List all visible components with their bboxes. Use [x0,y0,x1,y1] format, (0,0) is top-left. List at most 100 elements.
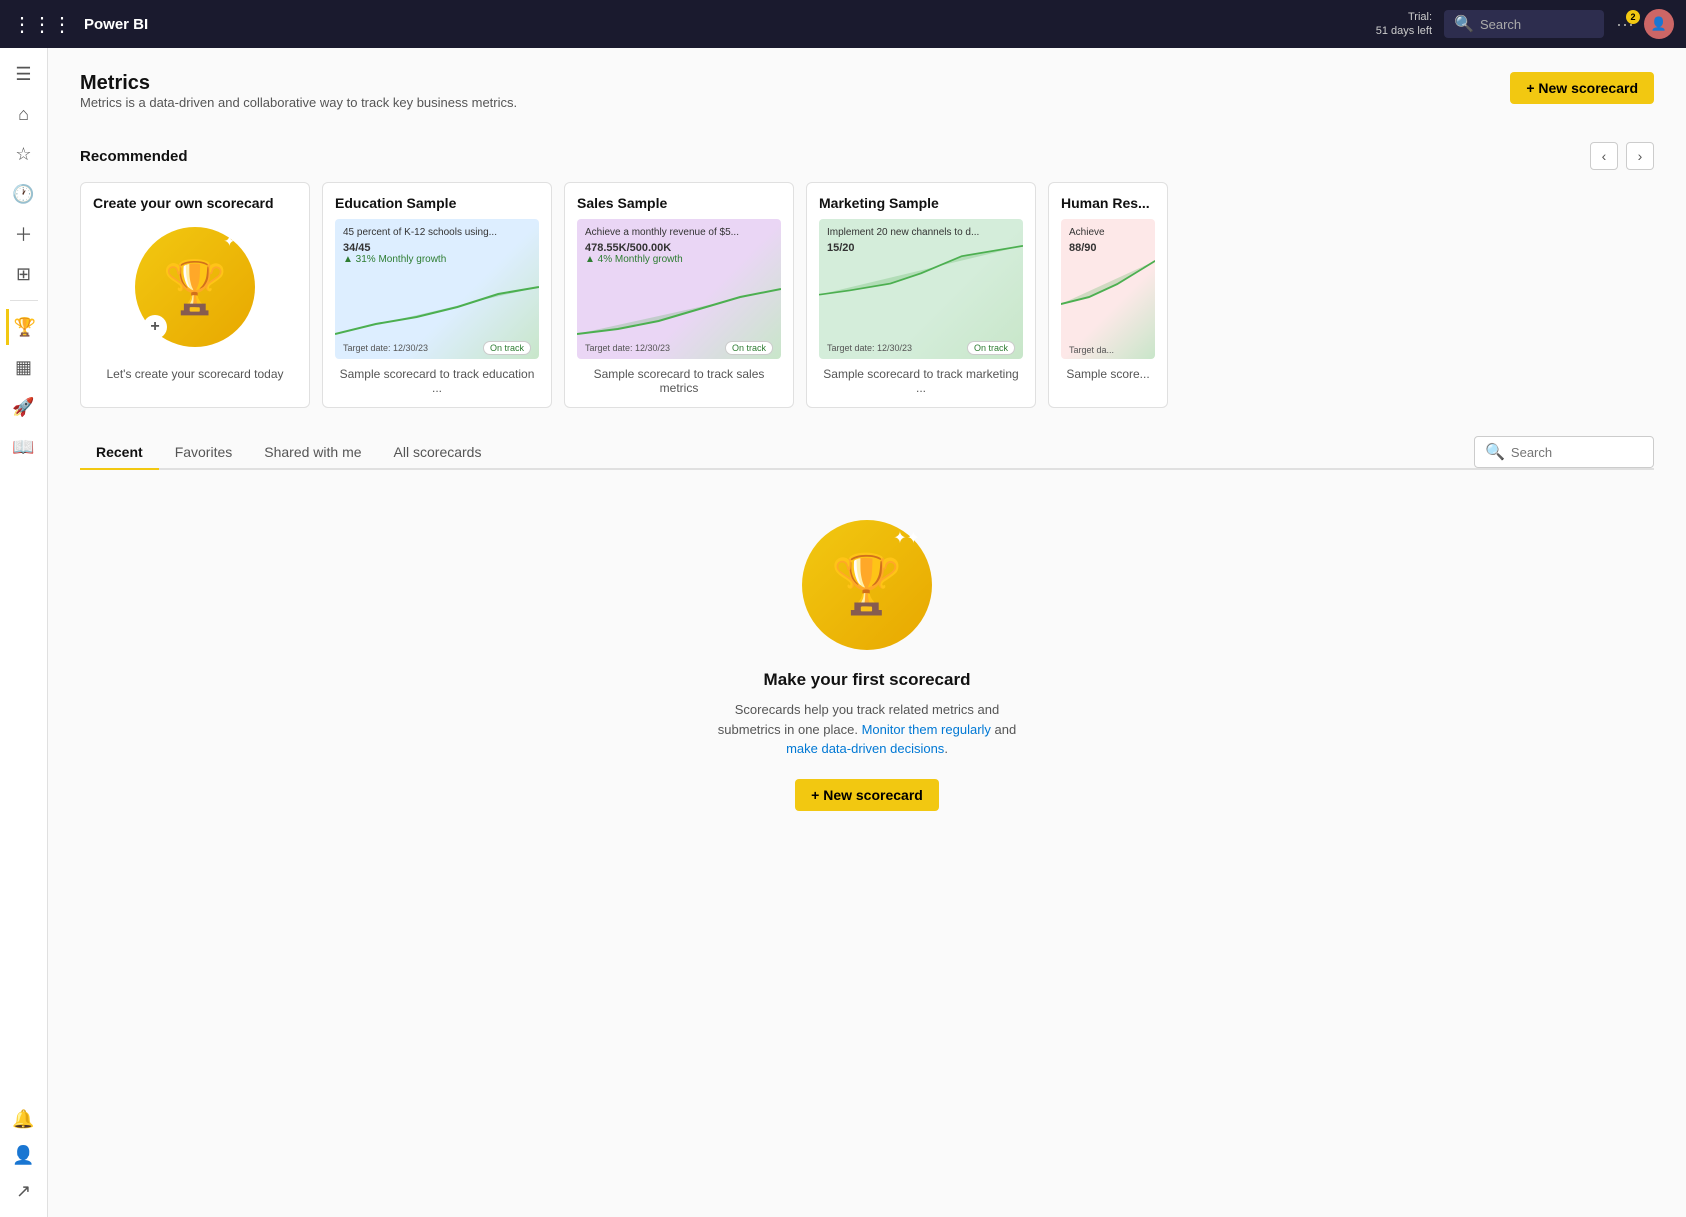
education-sample-card[interactable]: Education Sample 45 percent of K-12 scho… [322,182,552,408]
data-driven-link[interactable]: make data-driven decisions [786,741,944,756]
education-metric-text: 45 percent of K-12 schools using... [343,227,531,238]
marketing-sample-card[interactable]: Marketing Sample Implement 20 new channe… [806,182,1036,408]
create-trophy-circle: 🏆 + ✦✦ [135,227,255,347]
trophy-icon: 🏆 [163,257,228,318]
sales-card-title: Sales Sample [577,195,781,211]
new-scorecard-button-top[interactable]: + New scorecard [1510,72,1654,104]
page-title: Metrics [80,72,517,95]
monitor-link[interactable]: Monitor them regularly [862,722,991,737]
sidebar-divider [10,300,38,301]
marketing-chart [819,239,1023,299]
notifications-icon[interactable]: ··· 2 [1616,14,1634,35]
recommended-title: Recommended [80,148,188,165]
sales-metric-value: 478.55K/500.00K [585,242,773,254]
sidebar-item-browse[interactable]: ⊞ [6,256,42,292]
education-chart [335,279,539,339]
sidebar-item-metrics[interactable]: 🏆 [6,309,42,345]
top-search-box[interactable]: 🔍 [1444,10,1604,38]
main-content: Metrics Metrics is a data-driven and col… [48,48,1686,1217]
sales-status-badge: On track [725,341,773,355]
sidebar-item-explore[interactable]: 🚀 [6,389,42,425]
create-card-desc: Let's create your scorecard today [106,367,283,381]
create-scorecard-card[interactable]: Create your own scorecard 🏆 + ✦✦ Let's c… [80,182,310,408]
sidebar-item-create[interactable]: ＋ [6,216,42,252]
empty-sparkles-icon: ✦✦ [893,528,920,548]
human-res-sample-card[interactable]: Human Res... Achieve 88/90 Target da... … [1048,182,1168,408]
sales-chart [577,279,781,339]
top-search-input[interactable] [1480,17,1594,32]
sidebar-item-book[interactable]: 📖 [6,429,42,465]
human-res-metric-text: Achieve [1069,227,1147,238]
plus-badge-icon: + [143,315,167,339]
marketing-status-badge: On track [967,341,1015,355]
tab-recent[interactable]: Recent [80,436,159,470]
tabs-search-icon: 🔍 [1485,442,1505,462]
notification-badge: 2 [1626,10,1640,24]
new-scorecard-button-bottom[interactable]: + New scorecard [795,779,939,811]
sparkles-icon: ✦✦ [224,233,247,250]
page-subtitle: Metrics is a data-driven and collaborati… [80,95,517,110]
tabs-search-box[interactable]: 🔍 [1474,436,1654,468]
empty-trophy-icon: 🏆 [831,551,903,619]
education-card-desc: Sample scorecard to track education ... [335,367,539,395]
top-navigation: ⋮⋮⋮ Power BI Trial: 51 days left 🔍 ··· 2… [0,0,1686,48]
education-metric-value: 34/45 [343,242,531,254]
user-avatar[interactable]: 👤 [1644,9,1674,39]
tabs-search-input[interactable] [1511,445,1643,460]
marketing-metric-text: Implement 20 new channels to d... [827,227,1015,238]
recommended-cards: Create your own scorecard 🏆 + ✦✦ Let's c… [80,182,1654,408]
sidebar-item-recent[interactable]: 🕐 [6,176,42,212]
sales-metric-text: Achieve a monthly revenue of $5... [585,227,773,238]
education-status-badge: On track [483,341,531,355]
tabs-search-wrapper: 🔍 [1474,436,1654,468]
nav-arrows: ‹ › [1590,142,1654,170]
sales-sample-card[interactable]: Sales Sample Achieve a monthly revenue o… [564,182,794,408]
marketing-target-date: Target date: 12/30/23 [827,343,912,353]
next-arrow[interactable]: › [1626,142,1654,170]
trial-info: Trial: 51 days left [1376,10,1432,39]
education-footer: Target date: 12/30/23 On track [343,341,531,355]
sidebar-item-home[interactable]: ⌂ [6,96,42,132]
sales-growth: ▲ 4% Monthly growth [585,254,773,265]
tab-favorites[interactable]: Favorites [159,436,249,470]
education-card-title: Education Sample [335,195,539,211]
sidebar: ☰ ⌂ ☆ 🕐 ＋ ⊞ 🏆 ▦ 🚀 📖 🔔 👤 ↗ [0,48,48,1217]
sidebar-item-expand[interactable]: ↗ [6,1173,42,1209]
sidebar-item-user[interactable]: 👤 [6,1137,42,1173]
search-icon: 🔍 [1454,14,1474,34]
empty-state-desc: Scorecards help you track related metric… [707,700,1027,759]
education-preview: 45 percent of K-12 schools using... 34/4… [335,219,539,359]
marketing-card-desc: Sample scorecard to track marketing ... [819,367,1023,395]
create-card-title: Create your own scorecard [93,195,297,211]
app-logo: Power BI [84,16,148,33]
tabs-section: Recent Favorites Shared with me All scor… [80,436,1654,841]
empty-state-title: Make your first scorecard [764,670,971,690]
create-card-body: 🏆 + ✦✦ Let's create your scorecard today [93,219,297,381]
tab-shared[interactable]: Shared with me [248,436,377,470]
human-res-footer: Target da... [1069,345,1147,355]
marketing-preview: Implement 20 new channels to d... 15/20 … [819,219,1023,359]
top-icons: ··· 2 👤 [1616,9,1674,39]
sales-footer: Target date: 12/30/23 On track [585,341,773,355]
tab-all[interactable]: All scorecards [378,436,498,470]
human-res-target-date: Target da... [1069,345,1114,355]
grid-menu-icon[interactable]: ⋮⋮⋮ [12,12,72,37]
human-res-preview: Achieve 88/90 Target da... [1061,219,1155,359]
marketing-card-title: Marketing Sample [819,195,1023,211]
empty-state: 🏆 ✦✦ Make your first scorecard Scorecard… [80,490,1654,841]
page-header: Metrics Metrics is a data-driven and col… [80,72,1654,134]
recommended-header: Recommended ‹ › [80,142,1654,170]
sidebar-item-favorites[interactable]: ☆ [6,136,42,172]
sidebar-item-menu[interactable]: ☰ [6,56,42,92]
human-res-card-title: Human Res... [1061,195,1155,211]
sales-target-date: Target date: 12/30/23 [585,343,670,353]
sidebar-item-notifications[interactable]: 🔔 [6,1101,42,1137]
education-target-date: Target date: 12/30/23 [343,343,428,353]
sales-card-desc: Sample scorecard to track sales metrics [577,367,781,395]
empty-trophy-circle: 🏆 ✦✦ [802,520,932,650]
prev-arrow[interactable]: ‹ [1590,142,1618,170]
tabs-header: Recent Favorites Shared with me All scor… [80,436,1654,470]
human-res-chart [1061,249,1155,309]
sidebar-item-grid[interactable]: ▦ [6,349,42,385]
marketing-footer: Target date: 12/30/23 On track [827,341,1015,355]
